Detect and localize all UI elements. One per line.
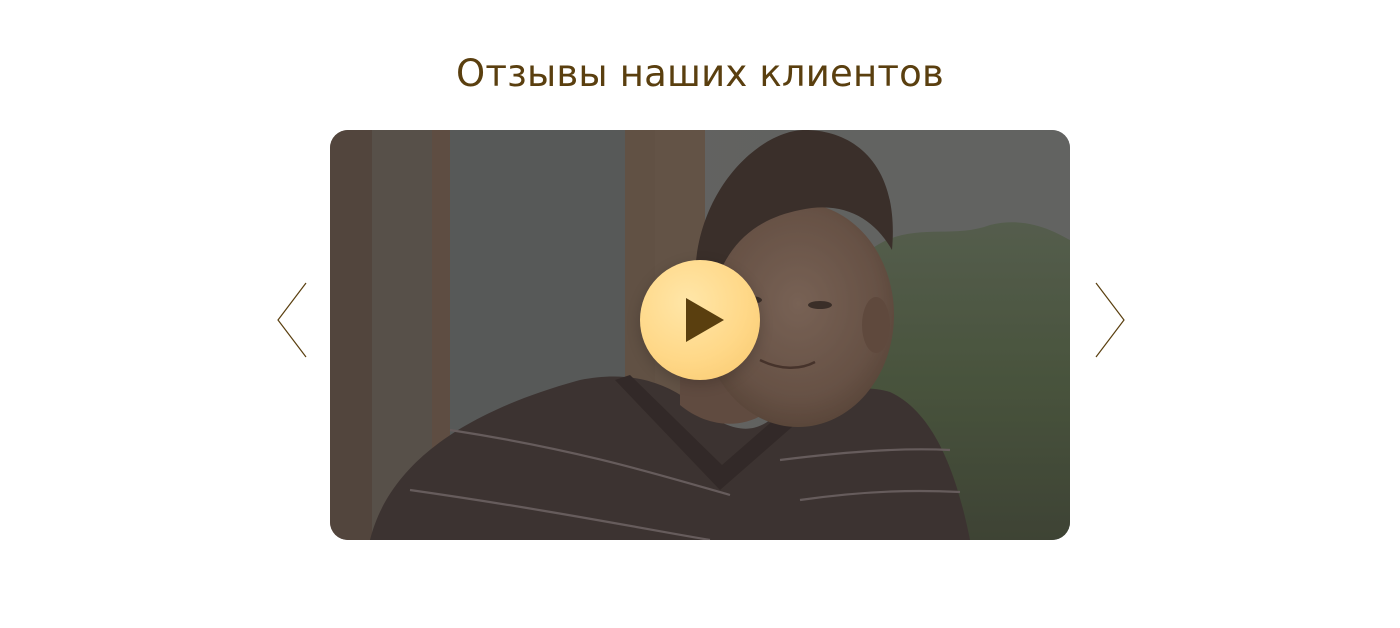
chevron-right-icon xyxy=(1095,282,1125,358)
chevron-left-icon xyxy=(277,282,307,358)
section-title: Отзывы наших клиентов xyxy=(456,52,944,95)
next-arrow-button[interactable] xyxy=(1094,282,1128,358)
play-button[interactable] xyxy=(640,260,760,380)
video-thumbnail[interactable] xyxy=(330,130,1070,540)
prev-arrow-button[interactable] xyxy=(274,282,308,358)
play-icon xyxy=(686,298,724,342)
